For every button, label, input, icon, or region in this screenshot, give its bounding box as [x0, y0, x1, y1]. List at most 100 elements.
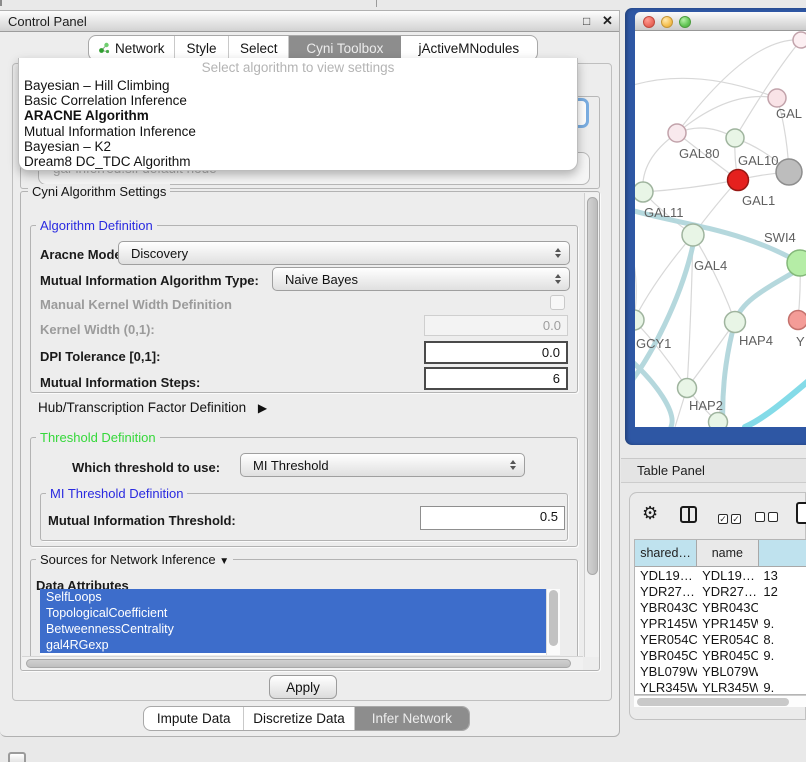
clear-all-checks-icon[interactable]	[755, 509, 781, 527]
zoom-traffic-light[interactable]	[679, 16, 691, 28]
node-swi4[interactable]	[787, 250, 806, 276]
tab-network-label: Network	[115, 41, 165, 56]
cell: 9.	[758, 680, 806, 695]
list-item[interactable]: SelfLoops	[40, 589, 546, 605]
chevron-right-icon: ▶	[258, 401, 267, 415]
list-item[interactable]: gal4RGexp	[40, 637, 546, 653]
table-toolbar: ⚙ ✓✓	[630, 501, 805, 537]
node-top-right[interactable]	[793, 32, 806, 48]
node-gal1-red[interactable]	[728, 170, 749, 191]
popup-item[interactable]: Basic Correlation Inference	[19, 93, 577, 108]
table-row[interactable]: YDL19… YDL19… 13	[635, 568, 806, 584]
cell: 9.	[758, 616, 806, 632]
minimize-traffic-light[interactable]	[661, 16, 673, 28]
sources-collapse-header[interactable]: Sources for Network Inference ▼	[36, 552, 233, 567]
columns-icon[interactable]	[680, 506, 697, 523]
popup-item[interactable]: Bayesian – Hill Climbing	[19, 78, 577, 93]
dpi-tolerance-field[interactable]: 0.0	[424, 341, 568, 364]
table-row[interactable]: YBR043C YBR043C	[635, 600, 806, 616]
label-hap2: HAP2	[689, 398, 723, 413]
which-threshold-combo[interactable]: MI Threshold	[240, 453, 525, 477]
control-panel-title: Control Panel	[8, 14, 87, 29]
node-gal2[interactable]	[768, 89, 786, 107]
algorithm-dropdown-popup: Select algorithm to view settings Bayesi…	[18, 58, 578, 171]
table-row[interactable]: YBR045C YBR045C 9.	[635, 648, 806, 664]
network-graph: GAL80 GAL10 GAL GAL1 GAL11 GAL4 SWI4 GCY…	[635, 31, 806, 427]
tab-cyni-toolbox[interactable]: Cyni Toolbox	[289, 36, 401, 60]
column-header-name[interactable]: name	[697, 540, 758, 566]
mi-threshold-field[interactable]: 0.5	[420, 506, 565, 530]
tab-style-label: Style	[187, 41, 217, 56]
attributes-scrollbar-thumb[interactable]	[549, 590, 558, 646]
node-gal80[interactable]	[668, 124, 686, 142]
node-gray[interactable]	[776, 159, 802, 185]
cell: 8.	[758, 632, 806, 648]
network-canvas[interactable]: GAL80 GAL10 GAL GAL1 GAL11 GAL4 SWI4 GCY…	[635, 31, 806, 427]
gear-icon[interactable]: ⚙	[642, 503, 658, 524]
popup-item-selected[interactable]: ARACNE Algorithm	[19, 108, 577, 123]
dpi-tolerance-label: DPI Tolerance [0,1]:	[40, 349, 160, 364]
aracne-mode-combo[interactable]: Discovery	[118, 241, 570, 265]
node-hap4[interactable]	[725, 312, 746, 333]
threshold-definition-label: Threshold Definition	[36, 430, 160, 445]
tab-select[interactable]: Select	[229, 36, 289, 60]
table-row[interactable]: YER054C YER054C 8.	[635, 632, 806, 648]
tab-cyni-toolbox-label: Cyni Toolbox	[306, 41, 383, 56]
tab-jactivemnodules[interactable]: jActiveMNodules	[401, 36, 537, 60]
which-threshold-label: Which threshold to use:	[72, 460, 220, 475]
table-hscroll-thumb[interactable]	[637, 698, 789, 706]
table-row[interactable]: YLR345W YLR345W 9.	[635, 680, 806, 695]
list-item[interactable]: TopologicalCoefficient	[40, 605, 546, 621]
settings-vertical-scrollbar	[584, 193, 599, 657]
tab-discretize-data[interactable]: Discretize Data	[244, 707, 354, 730]
label-hap4: HAP4	[739, 333, 773, 348]
cell: YBL079W	[697, 664, 758, 680]
control-panel-window: Control Panel □ ✕ gal-inferred.sif defau…	[0, 10, 620, 737]
node-gal10[interactable]	[726, 129, 744, 147]
float-window-icon[interactable]: □	[583, 14, 590, 28]
tab-style[interactable]: Style	[175, 36, 230, 60]
column-header-partial[interactable]	[759, 540, 806, 566]
new-table-icon[interactable]	[796, 502, 806, 524]
apply-button[interactable]: Apply	[269, 675, 337, 699]
settings-hscroll-thumb[interactable]	[26, 659, 571, 668]
node-gcy1[interactable]	[635, 310, 644, 330]
hub-definition-expander[interactable]: Hub/Transcription Factor Definition ▶	[38, 400, 267, 415]
cell: YBR045C	[697, 648, 758, 664]
cell: YER054C	[635, 632, 697, 648]
tab-impute-data[interactable]: Impute Data	[144, 707, 244, 730]
network-labels: GAL80 GAL10 GAL GAL1 GAL11 GAL4 SWI4 GCY…	[636, 106, 805, 413]
close-traffic-light[interactable]	[643, 16, 655, 28]
tab-infer-network[interactable]: Infer Network	[355, 707, 469, 730]
table-row[interactable]: YBL079W YBL079W	[635, 664, 806, 680]
popup-item[interactable]: Bayesian – K2	[19, 139, 577, 154]
cell: YPR145W	[635, 616, 697, 632]
tab-discretize-data-label: Discretize Data	[253, 711, 345, 726]
node-gal11[interactable]	[635, 182, 653, 202]
mi-steps-field[interactable]: 6	[424, 367, 568, 390]
mi-type-combo[interactable]: Naive Bayes	[272, 267, 570, 291]
list-item[interactable]: BetweennessCentrality	[40, 621, 546, 637]
select-all-checks-icon[interactable]: ✓✓	[718, 509, 744, 527]
collapsed-panel-button[interactable]	[8, 752, 26, 762]
network-icon	[98, 42, 110, 54]
close-icon[interactable]: ✕	[602, 13, 613, 29]
cell: 12	[758, 584, 806, 600]
manual-kernel-label: Manual Kernel Width Definition	[40, 297, 232, 312]
table-panel-box: ⚙ ✓✓ shared… name YDL19… YDL19… 13 YDR27…	[629, 492, 806, 720]
node-gal4[interactable]	[682, 224, 704, 246]
node-bottom[interactable]	[709, 413, 728, 428]
column-header-shared[interactable]: shared…	[635, 540, 697, 566]
node-salmon[interactable]	[789, 311, 806, 330]
tab-network[interactable]: Network	[89, 36, 175, 60]
popup-item[interactable]: Mutual Information Inference	[19, 124, 577, 139]
manual-kernel-checkbox[interactable]	[550, 295, 565, 310]
settings-vscroll-thumb[interactable]	[587, 197, 598, 575]
table-row[interactable]: YPR145W YPR145W 9.	[635, 616, 806, 632]
popup-item[interactable]: Dream8 DC_TDC Algorithm	[19, 154, 577, 169]
label-gcy1: GCY1	[636, 336, 671, 351]
node-hap2[interactable]	[678, 379, 697, 398]
kernel-width-field[interactable]: 0.0	[424, 315, 568, 336]
mi-threshold-label: Mutual Information Threshold:	[48, 513, 236, 528]
table-row[interactable]: YDR27… YDR27… 12	[635, 584, 806, 600]
